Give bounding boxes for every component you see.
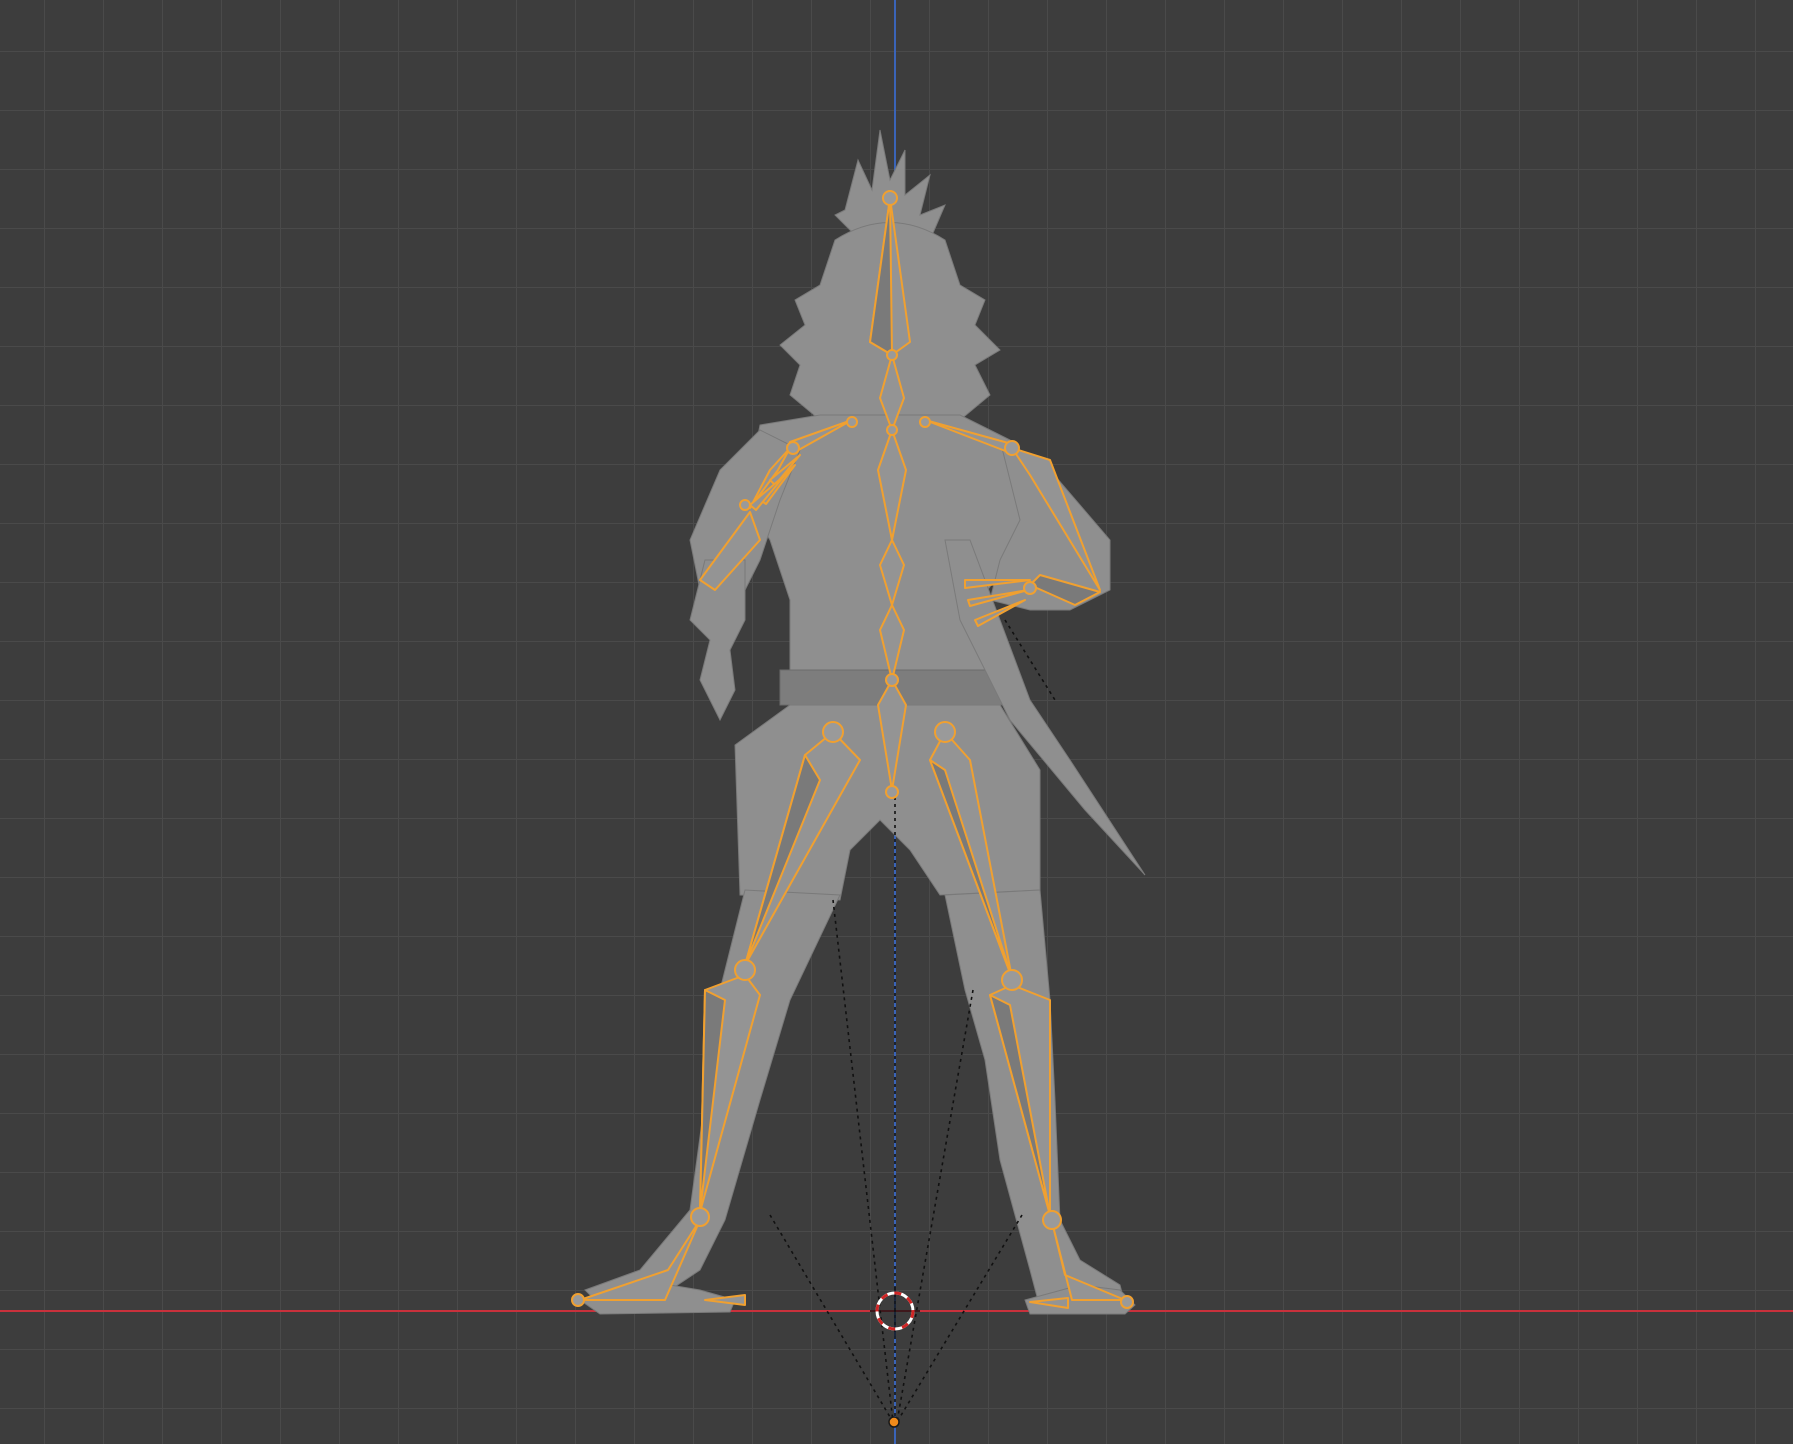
joint-pelvis xyxy=(885,673,899,687)
joint-neck xyxy=(886,349,898,361)
joint-shoulder-left xyxy=(846,416,858,428)
joint-hips xyxy=(885,785,899,799)
joint-upperarm-right xyxy=(1004,440,1020,456)
3d-cursor-icon[interactable] xyxy=(870,1286,920,1336)
joint-thigh-left xyxy=(822,721,844,743)
joint-chest xyxy=(886,424,898,436)
relation-line xyxy=(832,899,894,1423)
joint-head-tip xyxy=(882,190,898,206)
joint-knee-left xyxy=(734,959,756,981)
relation-line xyxy=(896,1214,1023,1423)
relation-line xyxy=(896,989,974,1423)
joint-shoulder-right xyxy=(919,416,931,428)
joint-wrist-right xyxy=(1023,581,1037,595)
joint-wrist-left xyxy=(739,499,751,511)
joint-toe-left xyxy=(571,1293,585,1307)
armature-origin-icon[interactable] xyxy=(888,1416,900,1428)
character-mesh[interactable] xyxy=(578,129,1146,1315)
joint-toe-right xyxy=(1120,1295,1134,1309)
joint-upperarm-left xyxy=(786,441,800,455)
joint-ankle-right xyxy=(1042,1210,1062,1230)
joint-knee-right xyxy=(1001,969,1023,991)
joint-thigh-right xyxy=(934,721,956,743)
viewport-scene[interactable] xyxy=(0,0,1793,1444)
3d-viewport[interactable] xyxy=(0,0,1793,1444)
relation-line xyxy=(769,1214,894,1423)
joint-ankle-left xyxy=(690,1207,710,1227)
